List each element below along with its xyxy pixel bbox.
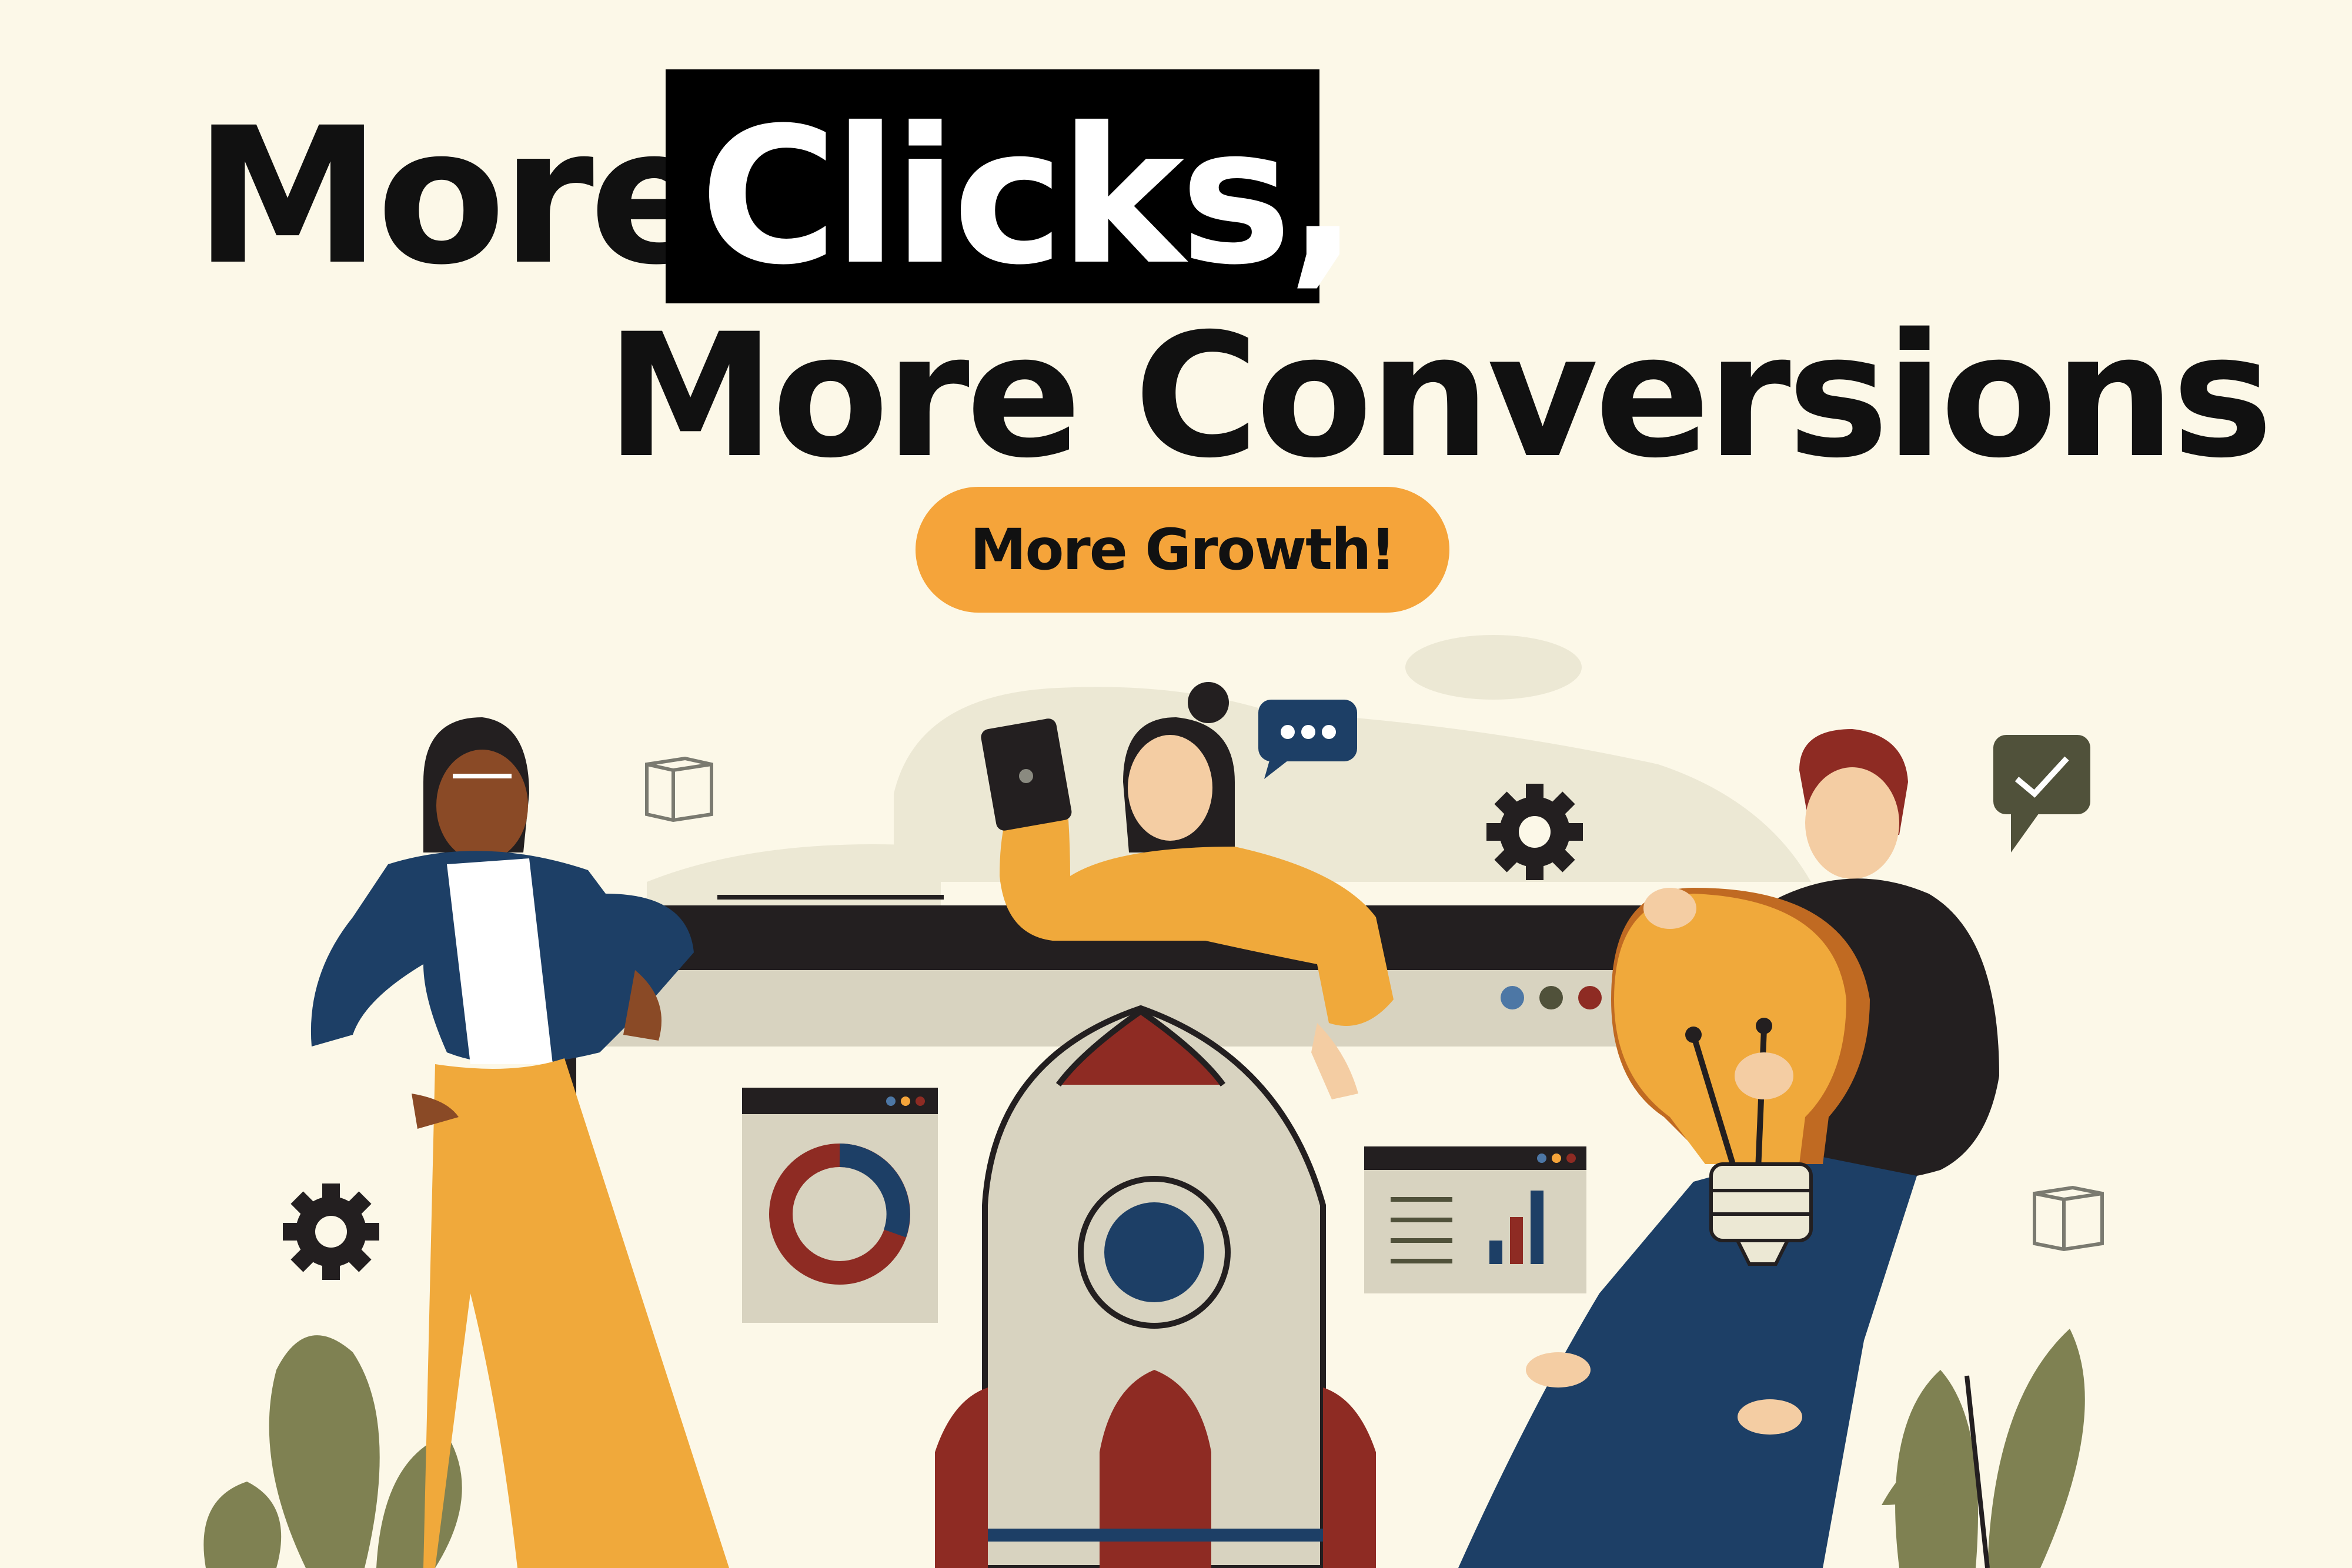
check-bubble-icon [1993, 735, 2090, 852]
window-dot-olive [1539, 986, 1563, 1009]
illustration [203, 635, 2104, 1568]
bar-chart-icon [1489, 1241, 1502, 1264]
donut-chart-card [742, 1088, 938, 1323]
gear-icon [1486, 784, 1583, 880]
cube-icon [645, 756, 713, 823]
bar-chart-card [1364, 1146, 1586, 1293]
leaf-icon [203, 1335, 462, 1568]
window-dot-blue [1501, 986, 1524, 1009]
gear-icon [283, 1183, 379, 1280]
window-dot-red [1578, 986, 1602, 1009]
cloud-blob [1405, 635, 1582, 700]
cube-icon [2033, 1185, 2104, 1252]
leaf-icon [1882, 1329, 2085, 1568]
